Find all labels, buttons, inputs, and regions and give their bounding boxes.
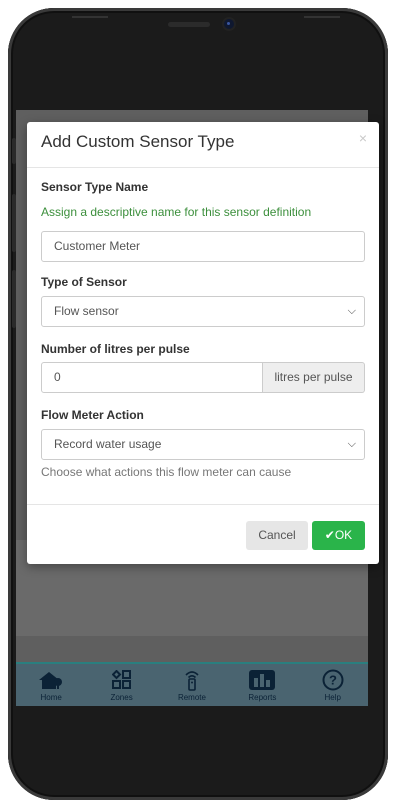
nav-label: Home [40,693,62,702]
cancel-button[interactable]: Cancel [246,521,308,550]
remote-icon [183,670,201,691]
sensor-name-help: Assign a descriptive name for this senso… [41,205,312,219]
sensor-name-input[interactable]: Customer Meter [41,231,365,262]
ok-button[interactable]: ✔OK [312,521,365,550]
sensor-name-label: Sensor Type Name [41,180,149,194]
modal-title: Add Custom Sensor Type [41,132,235,151]
add-sensor-type-modal: Add Custom Sensor Type × Sensor Type Nam… [27,122,379,564]
modal-footer: Cancel ✔OK [27,504,379,565]
svg-text:?: ? [329,673,337,688]
close-icon[interactable]: × [359,130,367,146]
flow-action-value: Record water usage [54,437,162,451]
zones-icon [111,670,132,690]
nav-item-remote[interactable]: Remote [162,664,222,702]
flow-action-help: Choose what actions this flow meter can … [41,465,292,479]
sensor-type-label: Type of Sensor [41,275,127,289]
litres-label: Number of litres per pulse [41,342,190,356]
nav-item-home[interactable]: Home [21,664,81,702]
sensor-type-select[interactable]: Flow sensor ⌵ [41,296,365,327]
home-icon [38,670,64,690]
nav-item-zones[interactable]: Zones [92,664,152,702]
modal-header: Add Custom Sensor Type × [27,122,379,168]
sensor-type-value: Flow sensor [54,304,119,318]
reports-icon [249,670,276,690]
flow-action-select[interactable]: Record water usage ⌵ [41,429,365,460]
litres-per-pulse-input[interactable]: 0 [41,362,263,393]
bottom-nav: Home Zones Remote Reports ? Help [16,662,368,706]
nav-label: Remote [177,693,206,702]
modal-body: Sensor Type Name Assign a descriptive na… [27,180,379,479]
chevron-down-icon: ⌵ [347,305,356,317]
nav-item-help[interactable]: ? Help [303,664,363,702]
litres-input-group: 0 litres per pulse [41,362,365,393]
nav-label: Help [324,693,341,702]
nav-label: Reports [248,693,277,702]
nav-label: Zones [110,693,133,702]
nav-item-reports[interactable]: Reports [232,664,292,702]
help-icon: ? [322,669,344,691]
flow-action-label: Flow Meter Action [41,408,144,422]
chevron-down-icon: ⌵ [347,438,356,450]
litres-addon: litres per pulse [263,362,365,393]
